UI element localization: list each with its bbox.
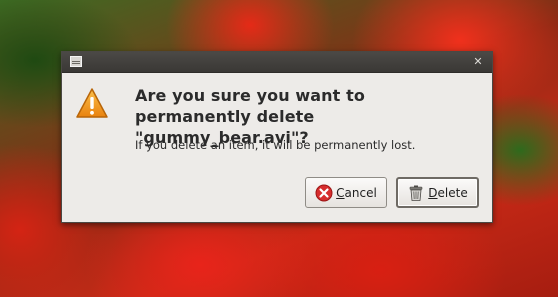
cancel-button-label: Cancel (336, 185, 377, 200)
delete-button-label: Delete (428, 185, 468, 200)
trash-icon (409, 185, 423, 201)
confirm-delete-dialog: ✕ Are you sure you want to permanently d… (61, 51, 493, 223)
cancel-button[interactable]: Cancel (305, 177, 387, 208)
delete-button[interactable]: Delete (396, 177, 479, 208)
warning-icon (76, 88, 108, 118)
cancel-icon (315, 184, 333, 201)
window-titlebar[interactable]: ✕ (62, 52, 492, 73)
close-icon[interactable]: ✕ (470, 54, 486, 69)
window-menu-icon[interactable] (70, 56, 82, 67)
dialog-secondary-text: If you delete an item, it will be perman… (135, 138, 416, 152)
